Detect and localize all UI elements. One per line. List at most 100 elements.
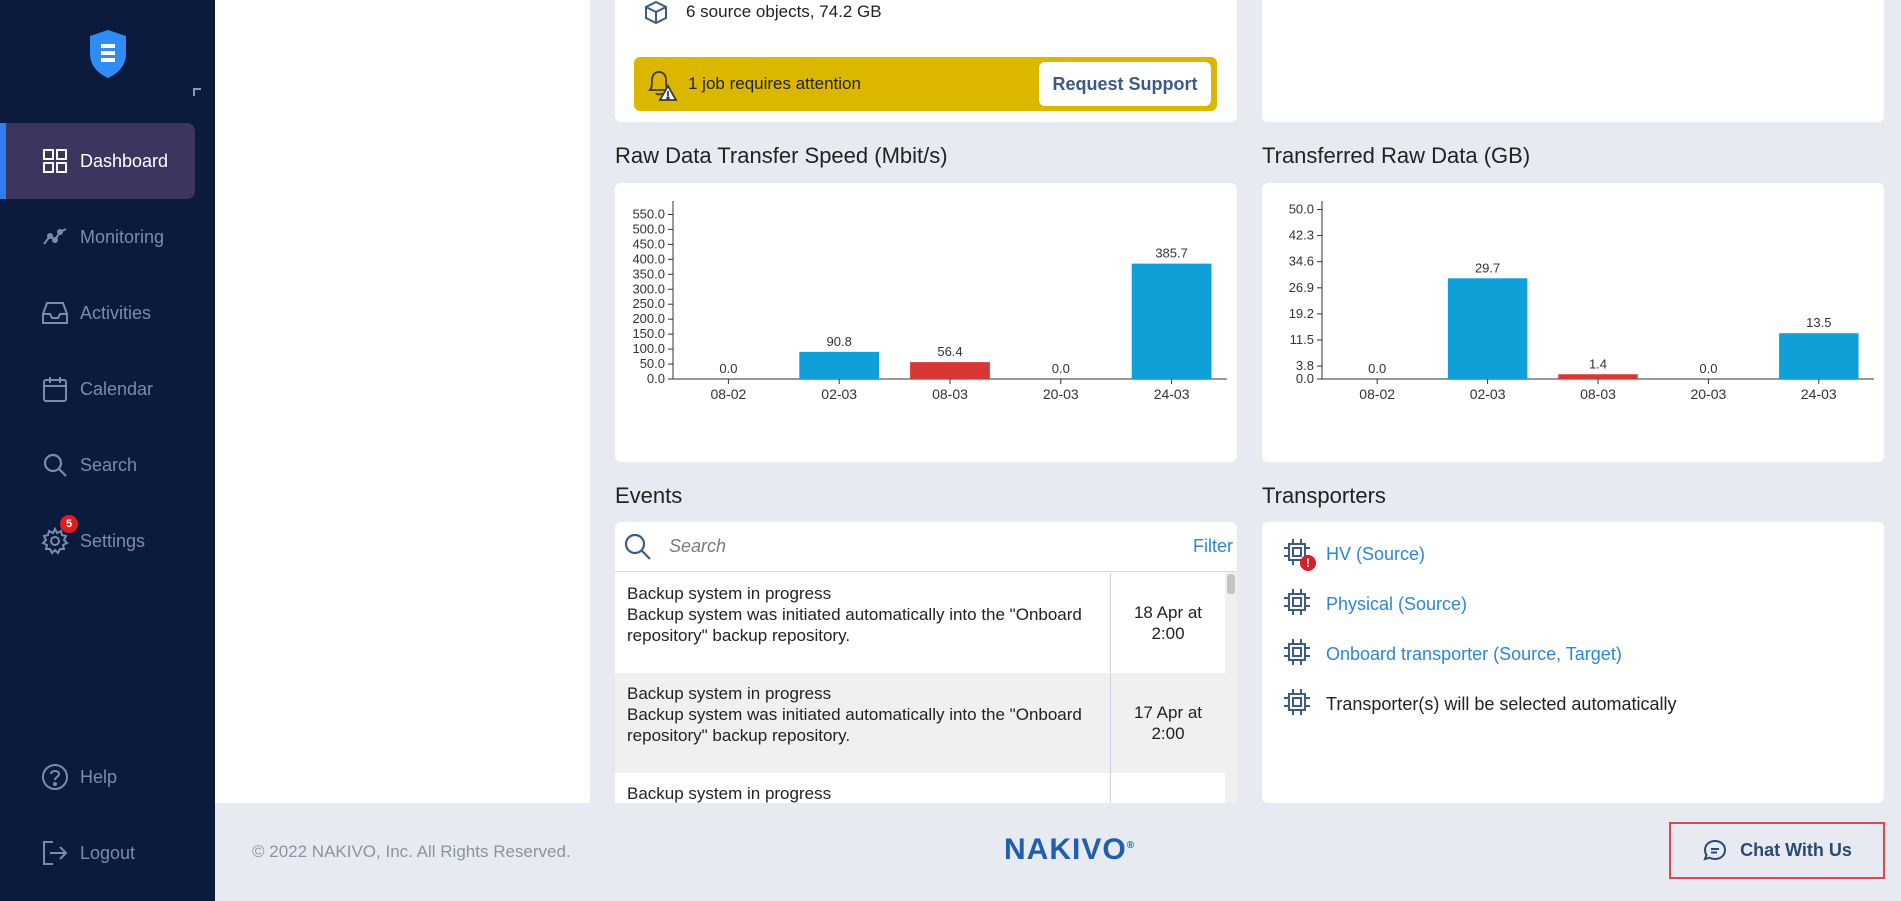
event-row[interactable]: Backup system in progress Backup system …: [615, 573, 1225, 673]
transporter-item[interactable]: Onboard transporter (Source, Target): [1282, 637, 1622, 671]
request-support-button[interactable]: Request Support: [1039, 62, 1211, 106]
event-title: Backup system in progress: [627, 784, 832, 803]
bar-value-label: 29.7: [1475, 260, 1500, 275]
event-row[interactable]: Backup system in progress: [615, 773, 1225, 803]
y-tick-label: 250.0: [632, 296, 665, 311]
x-tick-label: 08-02: [710, 386, 746, 402]
bar-value-label: 90.8: [827, 334, 852, 349]
bar-value-label: 0.0: [1368, 361, 1386, 376]
y-tick-label: 11.5: [1290, 332, 1314, 347]
event-date: [1111, 773, 1225, 803]
data-chart-card: 0.0 3.8 11.5 19.2 26.9 34.6 42.3 50.0 0.0 08-02 29…: [1262, 183, 1884, 462]
copyright-text: © 2022 NAKIVO, Inc. All Rights Reserved.: [252, 842, 571, 861]
event-row[interactable]: Backup system in progress Backup system …: [615, 673, 1225, 773]
scrollbar-thumb[interactable]: [1227, 574, 1235, 594]
y-tick-label: 50.0: [1289, 201, 1314, 216]
event-detail: Backup system was initiated automaticall…: [627, 605, 1082, 645]
events-search-bar[interactable]: Search Filter: [615, 522, 1237, 572]
sidebar-item-activities[interactable]: Activities: [0, 275, 195, 351]
sidebar-item-help[interactable]: Help: [0, 739, 195, 815]
bar-value-label: 56.4: [937, 344, 962, 359]
attention-text: 1 job requires attention: [688, 74, 861, 93]
transporter-link[interactable]: Physical (Source): [1326, 594, 1467, 615]
y-tick-label: 34.6: [1289, 254, 1314, 269]
transporter-item[interactable]: Physical (Source): [1282, 587, 1467, 621]
x-tick-label: 08-03: [1580, 386, 1616, 402]
transporter-link[interactable]: HV (Source): [1326, 544, 1425, 565]
bar-value-label: 385.7: [1155, 246, 1188, 261]
bar-value-label: 1.4: [1589, 356, 1607, 371]
sidebar-item-label: Help: [80, 766, 118, 787]
y-tick-label: 350.0: [632, 266, 665, 281]
app-logo-icon[interactable]: [86, 28, 130, 80]
events-search-input[interactable]: Search: [669, 536, 726, 557]
events-scrollbar[interactable]: [1225, 572, 1237, 803]
y-tick-label: 100.0: [632, 341, 665, 356]
nakivo-logo: NAKIVO®: [1004, 833, 1135, 867]
x-tick-label: 08-03: [932, 386, 968, 402]
collapse-sidebar-icon[interactable]: [193, 88, 201, 96]
sidebar-item-label: Activities: [80, 302, 152, 323]
event-description: Backup system in progress Backup system …: [615, 673, 1111, 773]
chip-icon: !: [1282, 537, 1316, 571]
y-tick-label: 0.0: [647, 371, 665, 386]
chart-bar[interactable]: [910, 362, 990, 379]
event-date: 18 Apr at 2:00: [1133, 603, 1203, 643]
notification-badge: 5: [60, 515, 78, 533]
transporter-link[interactable]: Onboard transporter (Source, Target): [1326, 644, 1622, 665]
logout-icon: [40, 838, 70, 868]
y-tick-label: 450.0: [632, 236, 665, 251]
y-tick-label: 26.9: [1289, 280, 1314, 295]
speed-chart-title: Raw Data Transfer Speed (Mbit/s): [615, 143, 948, 168]
speed-chart: 0.050.0100.0150.0200.0250.0300.0350.0400…: [632, 201, 1227, 402]
registered-mark: ®: [1126, 840, 1136, 851]
y-tick-label: 500.0: [632, 221, 665, 236]
chart-bar[interactable]: [1779, 333, 1859, 379]
sidebar-item-label: Logout: [80, 842, 136, 863]
y-tick-label: 550.0: [632, 206, 665, 221]
sidebar-item-label: Calendar: [80, 378, 154, 399]
speed-chart-card: 0.0 50.0 100.0 150.0 200.0 250.0 300.0 350.0 400…: [615, 183, 1237, 462]
filter-link[interactable]: Filter: [1193, 536, 1233, 557]
sidebar-item-logout[interactable]: Logout: [0, 815, 195, 891]
source-objects-line: 6 source objects, 74.2 GB: [642, 0, 882, 25]
sidebar-item-monitoring[interactable]: Monitoring: [0, 199, 195, 275]
sidebar-item-calendar[interactable]: Calendar: [0, 351, 195, 427]
sidebar-item-search[interactable]: Search: [0, 427, 195, 503]
transporter-auto-text: Transporter(s) will be selected automati…: [1326, 693, 1677, 714]
search-icon: [624, 533, 651, 560]
y-tick-label: 0.0: [1296, 371, 1314, 386]
chart-bar[interactable]: [1131, 263, 1212, 379]
warning-icon: !: [1300, 555, 1316, 571]
bar-value-label: 0.0: [1699, 361, 1717, 376]
event-date: 17 Apr at 2:00: [1133, 703, 1203, 743]
chat-label: Chat With Us: [1740, 840, 1852, 860]
x-tick-label: 24-03: [1801, 386, 1837, 402]
events-title: Events: [615, 483, 683, 508]
chart-bar[interactable]: [1558, 374, 1638, 379]
bell-warning-icon: [647, 71, 678, 101]
chip-icon: [1282, 637, 1316, 671]
transporters-title: Transporters: [1262, 483, 1386, 508]
sidebar-item-dashboard[interactable]: Dashboard: [0, 123, 195, 199]
dashboard-icon: [40, 146, 70, 176]
transporter-item[interactable]: ! HV (Source): [1282, 537, 1425, 571]
chat-with-us-button[interactable]: Chat With Us: [1669, 822, 1885, 879]
chart-bar[interactable]: [799, 351, 880, 379]
sidebar-item-settings[interactable]: 5 Settings: [0, 503, 195, 579]
chip-icon: [1282, 687, 1316, 721]
y-tick-label: 50.0: [640, 356, 665, 371]
events-card: Search Filter Backup system in progress …: [615, 522, 1237, 803]
y-tick-label: 19.2: [1289, 306, 1314, 321]
monitoring-icon: [40, 222, 70, 252]
transporter-item: Transporter(s) will be selected automati…: [1282, 687, 1676, 721]
event-description: Backup system in progress Backup system …: [615, 573, 1111, 673]
sidebar-item-label: Search: [80, 454, 138, 475]
data-chart: 0.03.811.519.226.934.642.350.00.008-0229…: [1289, 201, 1874, 402]
y-tick-label: 300.0: [632, 281, 665, 296]
chart-bar[interactable]: [1447, 278, 1528, 379]
data-chart-title: Transferred Raw Data (GB): [1262, 143, 1531, 168]
brand-name: NAKIVO: [1004, 833, 1127, 866]
left-panel: [215, 0, 590, 803]
inbox-icon: [40, 298, 70, 328]
